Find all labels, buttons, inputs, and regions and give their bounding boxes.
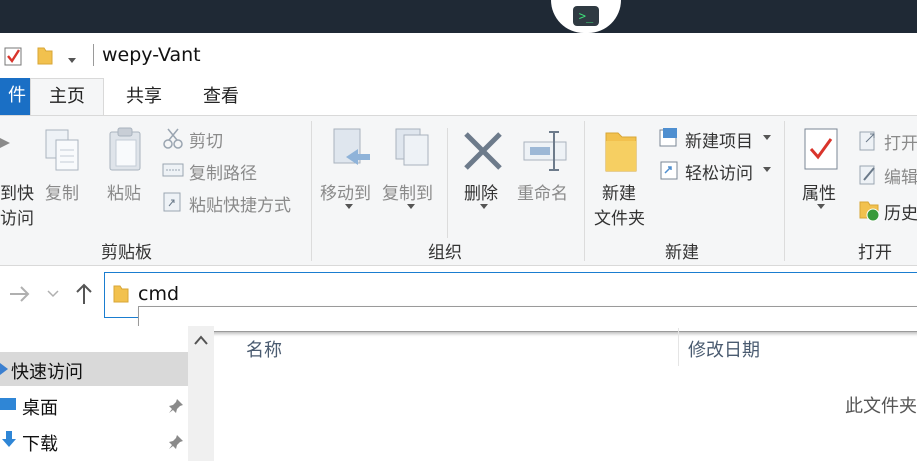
delete-x-icon[interactable] bbox=[462, 130, 504, 172]
download-arrow-icon bbox=[2, 431, 16, 447]
properties-check-icon[interactable] bbox=[4, 45, 24, 67]
pin-quick-access-label[interactable]: 到快 bbox=[0, 179, 34, 204]
move-to-dropdown[interactable] bbox=[345, 204, 353, 209]
properties-dropdown[interactable] bbox=[817, 204, 825, 209]
address-folder-icon bbox=[113, 285, 129, 303]
group-separator bbox=[584, 121, 585, 261]
tab-file[interactable]: 件 bbox=[0, 78, 30, 115]
scroll-up-icon[interactable] bbox=[192, 334, 210, 346]
forward-arrow-icon[interactable] bbox=[8, 284, 32, 304]
pin-icon[interactable] bbox=[0, 132, 14, 154]
easy-access-icon[interactable] bbox=[658, 159, 680, 181]
open-button[interactable]: 打开 bbox=[884, 129, 917, 154]
folder-quick-icon[interactable] bbox=[36, 46, 54, 66]
customize-toolbar-dropdown[interactable] bbox=[68, 58, 76, 63]
nav-scrollbar[interactable] bbox=[188, 326, 214, 461]
group-label-open: 打开 bbox=[858, 243, 892, 263]
copy-to-button[interactable]: 复制到 bbox=[382, 179, 433, 204]
group-separator bbox=[784, 121, 785, 261]
scissors-icon[interactable] bbox=[162, 127, 184, 149]
easy-access-dropdown[interactable] bbox=[763, 167, 771, 172]
nav-label-quick-access[interactable]: 快速访问 bbox=[11, 358, 83, 384]
new-folder-button[interactable]: 新建 bbox=[602, 179, 636, 204]
pin-icon[interactable] bbox=[168, 398, 184, 414]
properties-button[interactable]: 属性 bbox=[802, 179, 836, 204]
paste-shortcut-icon[interactable] bbox=[162, 191, 184, 213]
new-item-dropdown[interactable] bbox=[763, 135, 771, 140]
new-item-icon[interactable] bbox=[658, 126, 680, 148]
copy-icon[interactable] bbox=[44, 128, 84, 174]
open-icon[interactable] bbox=[858, 128, 880, 152]
paste-shortcut-button[interactable]: 粘贴快捷方式 bbox=[189, 191, 291, 216]
copy-to-dropdown[interactable] bbox=[407, 204, 415, 209]
move-to-icon[interactable] bbox=[330, 127, 374, 175]
group-label-clipboard: 剪贴板 bbox=[101, 243, 152, 263]
move-to-button[interactable]: 移动到 bbox=[320, 179, 371, 204]
star-icon bbox=[0, 363, 8, 375]
delete-dropdown[interactable] bbox=[480, 204, 488, 209]
easy-access-button[interactable]: 轻松访问 bbox=[685, 159, 753, 184]
rename-icon[interactable] bbox=[522, 130, 570, 172]
paste-icon[interactable] bbox=[106, 126, 146, 174]
group-label-new: 新建 bbox=[665, 243, 699, 263]
pin-quick-access-label-2[interactable]: 访问 bbox=[0, 204, 34, 229]
new-item-button[interactable]: 新建项目 bbox=[685, 127, 753, 152]
copy-path-button[interactable]: 复制路径 bbox=[189, 159, 257, 184]
empty-folder-message: 此文件夹 bbox=[845, 396, 917, 417]
delete-button[interactable]: 删除 bbox=[464, 179, 498, 204]
properties-icon[interactable] bbox=[803, 127, 841, 173]
title-separator bbox=[93, 44, 94, 66]
window-title: wepy-Vant bbox=[102, 44, 201, 66]
nav-label-downloads[interactable]: 下载 bbox=[22, 430, 58, 456]
rename-button[interactable]: 重命名 bbox=[517, 179, 568, 204]
column-separator[interactable] bbox=[678, 328, 679, 366]
column-header-name[interactable]: 名称 bbox=[246, 336, 282, 362]
tab-share[interactable]: 共享 bbox=[111, 79, 177, 115]
cut-button[interactable]: 剪切 bbox=[189, 127, 223, 152]
copy-button[interactable]: 复制 bbox=[45, 179, 79, 204]
desktop-icon bbox=[0, 398, 16, 410]
group-separator bbox=[311, 121, 312, 261]
address-autocomplete-dropdown[interactable] bbox=[138, 306, 917, 332]
tab-view[interactable]: 查看 bbox=[188, 79, 254, 115]
column-header-modified[interactable]: 修改日期 bbox=[688, 336, 760, 362]
address-input[interactable]: cmd bbox=[138, 283, 179, 305]
edit-icon[interactable] bbox=[858, 162, 880, 186]
edit-button[interactable]: 编辑 bbox=[884, 163, 917, 188]
recent-locations-chevron-icon[interactable] bbox=[46, 288, 60, 300]
copy-to-icon[interactable] bbox=[392, 127, 436, 175]
paste-button[interactable]: 粘贴 bbox=[107, 179, 141, 204]
new-folder-icon[interactable] bbox=[604, 127, 638, 173]
new-folder-button-2[interactable]: 文件夹 bbox=[594, 204, 645, 229]
history-button[interactable]: 历史 bbox=[884, 199, 917, 224]
pin-icon[interactable] bbox=[168, 434, 184, 450]
organize-inner-separator bbox=[447, 128, 448, 238]
nav-label-desktop[interactable]: 桌面 bbox=[22, 394, 58, 420]
desktop-top-strip bbox=[0, 0, 917, 33]
tab-home[interactable]: 主页 bbox=[30, 78, 104, 116]
copy-path-icon[interactable] bbox=[162, 161, 184, 179]
group-label-organize: 组织 bbox=[428, 243, 462, 263]
history-icon[interactable] bbox=[858, 198, 882, 224]
up-arrow-icon[interactable] bbox=[74, 282, 94, 306]
